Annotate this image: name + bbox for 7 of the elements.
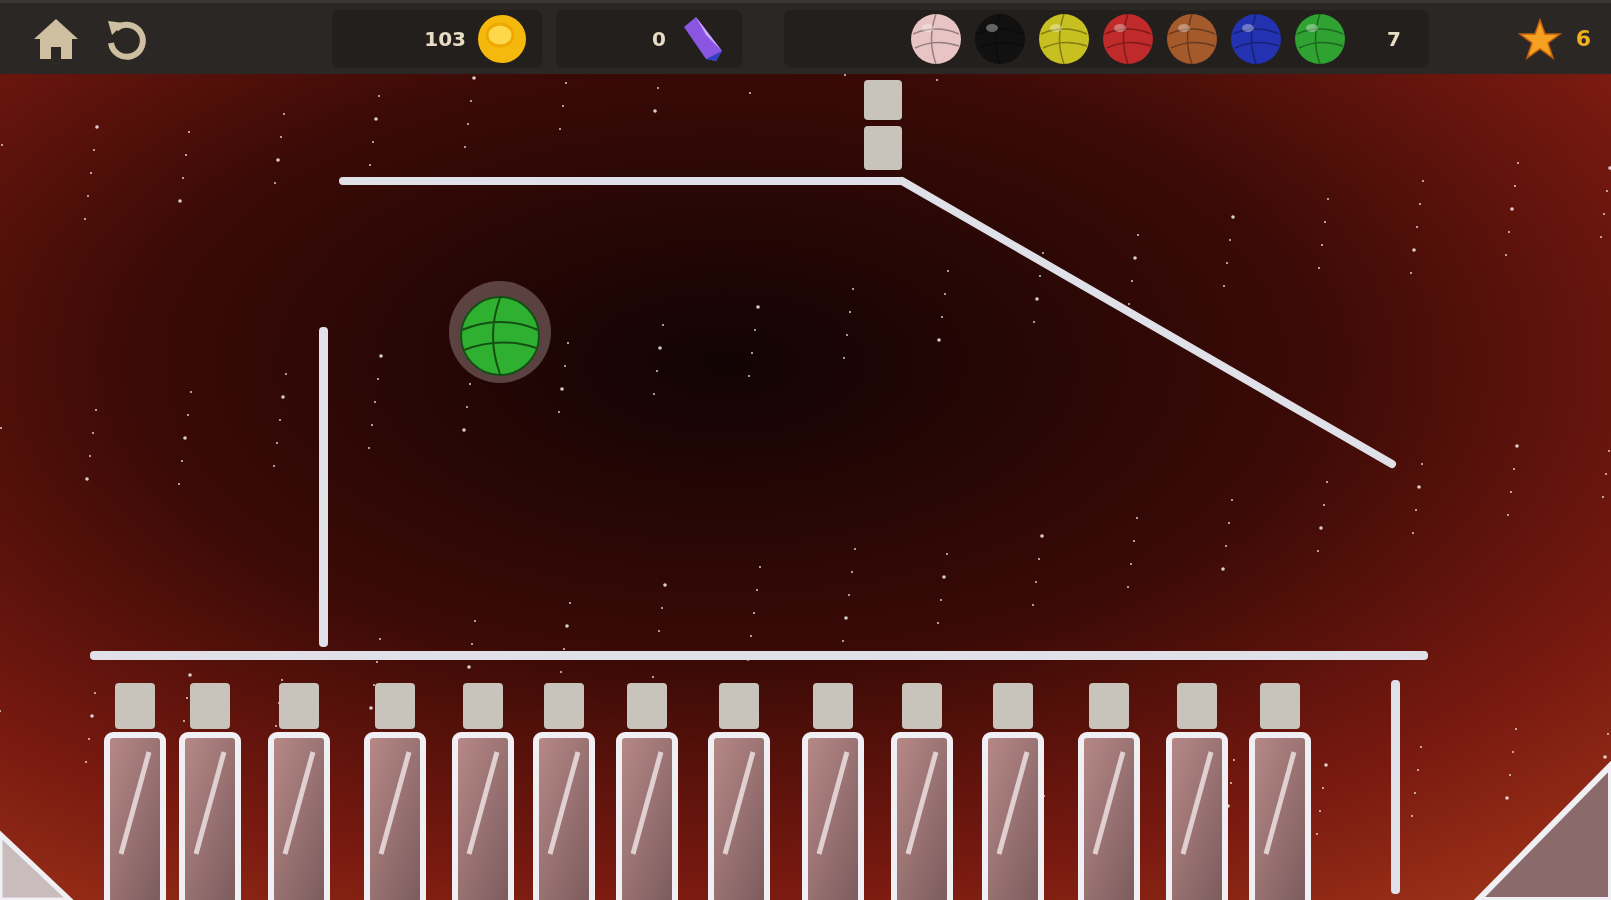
star-count: 6 <box>1575 26 1591 51</box>
coin-count: 103 <box>424 26 466 51</box>
home-icon <box>32 16 80 61</box>
ball-count: 7 <box>1387 26 1401 51</box>
coin-icon <box>476 12 528 65</box>
gem-count: 0 <box>652 26 666 51</box>
star-icon <box>1517 17 1562 60</box>
